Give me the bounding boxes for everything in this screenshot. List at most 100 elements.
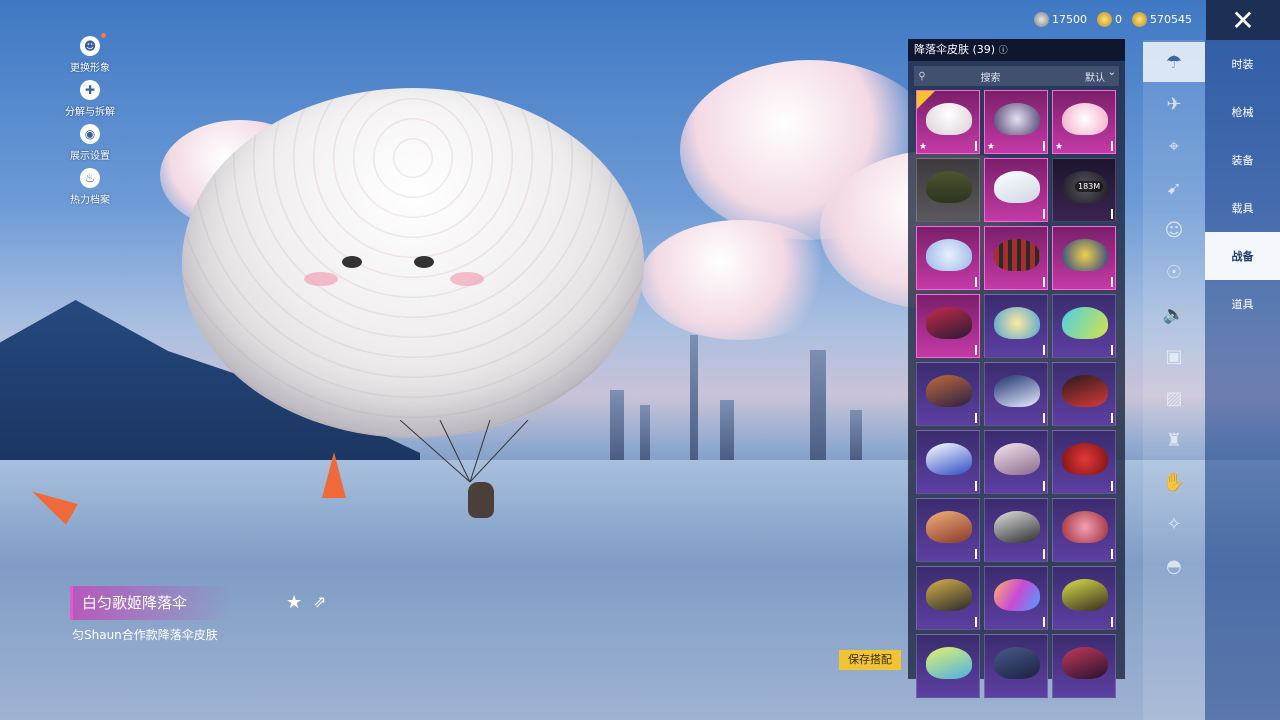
skin-cell[interactable] — [916, 498, 980, 562]
panel-title: 降落伞皮肤 (39) ⓘ — [908, 39, 1125, 61]
skin-cell[interactable] — [984, 294, 1048, 358]
skin-cell[interactable] — [916, 294, 980, 358]
download-size: 183M — [1075, 181, 1104, 192]
parachute-preview[interactable] — [182, 88, 644, 440]
skin-cell[interactable] — [1052, 226, 1116, 290]
picture-category-icon[interactable]: ▨ — [1143, 378, 1205, 418]
robot-category-icon[interactable]: ☉ — [1143, 252, 1205, 292]
decompose-button[interactable]: ✚ 分解与拆解 — [55, 80, 125, 118]
puzzle-icon: ✚ — [80, 80, 100, 100]
close-button[interactable]: ✕ — [1206, 0, 1280, 40]
ag-currency[interactable]: 0 — [1097, 11, 1122, 27]
skin-cell[interactable] — [916, 362, 980, 426]
skin-cell[interactable]: ★ — [916, 90, 980, 154]
tab-vehicles[interactable]: 载具 — [1205, 184, 1280, 232]
star-icon: ★ — [987, 142, 996, 152]
skin-cell[interactable] — [1052, 566, 1116, 630]
item-description: 匀Shaun合作款降落伞皮肤 — [72, 628, 218, 642]
skin-cell[interactable] — [916, 430, 980, 494]
menu-label: 展示设置 — [70, 151, 110, 162]
tab-battle-gear[interactable]: 战备 — [1205, 232, 1280, 280]
selected-check-icon — [917, 91, 935, 109]
skin-cell[interactable] — [916, 634, 980, 698]
sort-dropdown[interactable]: 默认 — [1051, 67, 1119, 84]
skin-cell[interactable] — [984, 362, 1048, 426]
silver-coin-icon — [1034, 11, 1049, 27]
skin-cell[interactable]: 183M — [1052, 158, 1116, 222]
menu-label: 热力档案 — [70, 195, 110, 206]
parachute-canopy — [182, 88, 644, 438]
avatar-icon: ☻ — [80, 33, 106, 56]
cloud — [680, 60, 940, 240]
currency-value: 0 — [1115, 12, 1122, 26]
info-icon[interactable]: ⓘ — [999, 46, 1008, 56]
hand-category-icon[interactable]: ✋ — [1143, 462, 1205, 502]
glider-category-icon[interactable]: ✈ — [1143, 84, 1205, 124]
skin-cell[interactable] — [1052, 362, 1116, 426]
search-bar: ⚲ 搜索 默认 — [914, 66, 1119, 86]
skin-cell[interactable] — [984, 226, 1048, 290]
currency-bar: 17500 0 570545 — [1034, 10, 1192, 28]
favorite-star-icon[interactable]: ★ — [286, 592, 302, 613]
left-menu: ☻ 更换形象 ✚ 分解与拆解 ◉ 展示设置 ♨ 热力档案 — [55, 33, 125, 212]
canopy-cheek — [304, 272, 338, 286]
parachute-category-icon[interactable]: ☂ — [1143, 42, 1205, 82]
tab-outfit[interactable]: 时装 — [1205, 40, 1280, 88]
parachute-lines — [400, 420, 529, 483]
display-settings-button[interactable]: ◉ 展示设置 — [55, 124, 125, 162]
close-icon: ✕ — [1231, 3, 1255, 37]
spray-category-icon[interactable]: ♜ — [1143, 420, 1205, 460]
skin-cell[interactable]: ★ — [1052, 90, 1116, 154]
traffic-cone — [322, 452, 346, 498]
menu-label: 更换形象 — [70, 63, 110, 74]
change-appearance-button[interactable]: ☻ 更换形象 — [55, 33, 125, 74]
skin-cell[interactable] — [916, 158, 980, 222]
plane-category-icon[interactable]: ➹ — [1143, 168, 1205, 208]
search-input[interactable]: 搜索 — [930, 69, 1051, 84]
skin-grid: ★ ★ ★ 183M — [916, 90, 1120, 698]
skin-cell[interactable] — [984, 566, 1048, 630]
share-icon[interactable]: ⇗ — [313, 592, 326, 611]
ufo-category-icon[interactable]: ◓ — [1143, 546, 1205, 586]
skin-cell[interactable] — [1052, 294, 1116, 358]
flame-icon: ♨ — [80, 168, 100, 188]
skin-cell[interactable] — [984, 430, 1048, 494]
star-icon: ★ — [1055, 142, 1064, 152]
search-icon: ⚲ — [918, 70, 926, 82]
emote-category-icon[interactable]: ☺ — [1143, 210, 1205, 250]
skin-cell[interactable] — [984, 634, 1048, 698]
panel-title-text: 降落伞皮肤 (39) — [914, 43, 996, 56]
character-pilot — [468, 482, 494, 518]
gold-currency[interactable]: 570545 — [1132, 11, 1192, 27]
city-skyline — [600, 330, 910, 460]
tab-weapons[interactable]: 枪械 — [1205, 88, 1280, 136]
skin-cell[interactable] — [916, 226, 980, 290]
badge-category-icon[interactable]: ▣ — [1143, 336, 1205, 376]
currency-value: 570545 — [1150, 12, 1192, 26]
star-icon: ★ — [919, 142, 928, 152]
drone-category-icon[interactable]: ⌖ — [1143, 126, 1205, 166]
currency-value: 17500 — [1052, 12, 1087, 26]
skin-cell[interactable] — [984, 158, 1048, 222]
gold-coin-icon — [1132, 11, 1147, 27]
wand-category-icon[interactable]: ✧ — [1143, 504, 1205, 544]
skin-cell[interactable]: ★ — [984, 90, 1048, 154]
canopy-eye — [342, 256, 362, 268]
canopy-eye — [414, 256, 434, 268]
skin-cell[interactable] — [916, 566, 980, 630]
category-icon-column: ☂ ✈ ⌖ ➹ ☺ ☉ 🔊 ▣ ▨ ♜ ✋ ✧ ◓ — [1143, 40, 1205, 720]
heat-archive-button[interactable]: ♨ 热力档案 — [55, 168, 125, 206]
item-name: 白匀歌姬降落伞 — [70, 586, 232, 620]
canopy-cheek — [450, 272, 484, 286]
skin-cell[interactable] — [1052, 498, 1116, 562]
tab-equipment[interactable]: 装备 — [1205, 136, 1280, 184]
right-nav: 时装 枪械 装备 载具 战备 道具 — [1205, 40, 1280, 720]
save-outfit-button[interactable]: 保存搭配 — [839, 650, 901, 670]
skin-cell[interactable] — [1052, 430, 1116, 494]
skin-cell[interactable] — [1052, 634, 1116, 698]
skin-cell[interactable] — [984, 498, 1048, 562]
silver-currency[interactable]: 17500 — [1034, 11, 1087, 27]
sound-category-icon[interactable]: 🔊 — [1143, 294, 1205, 334]
menu-label: 分解与拆解 — [65, 107, 115, 118]
tab-items[interactable]: 道具 — [1205, 280, 1280, 328]
